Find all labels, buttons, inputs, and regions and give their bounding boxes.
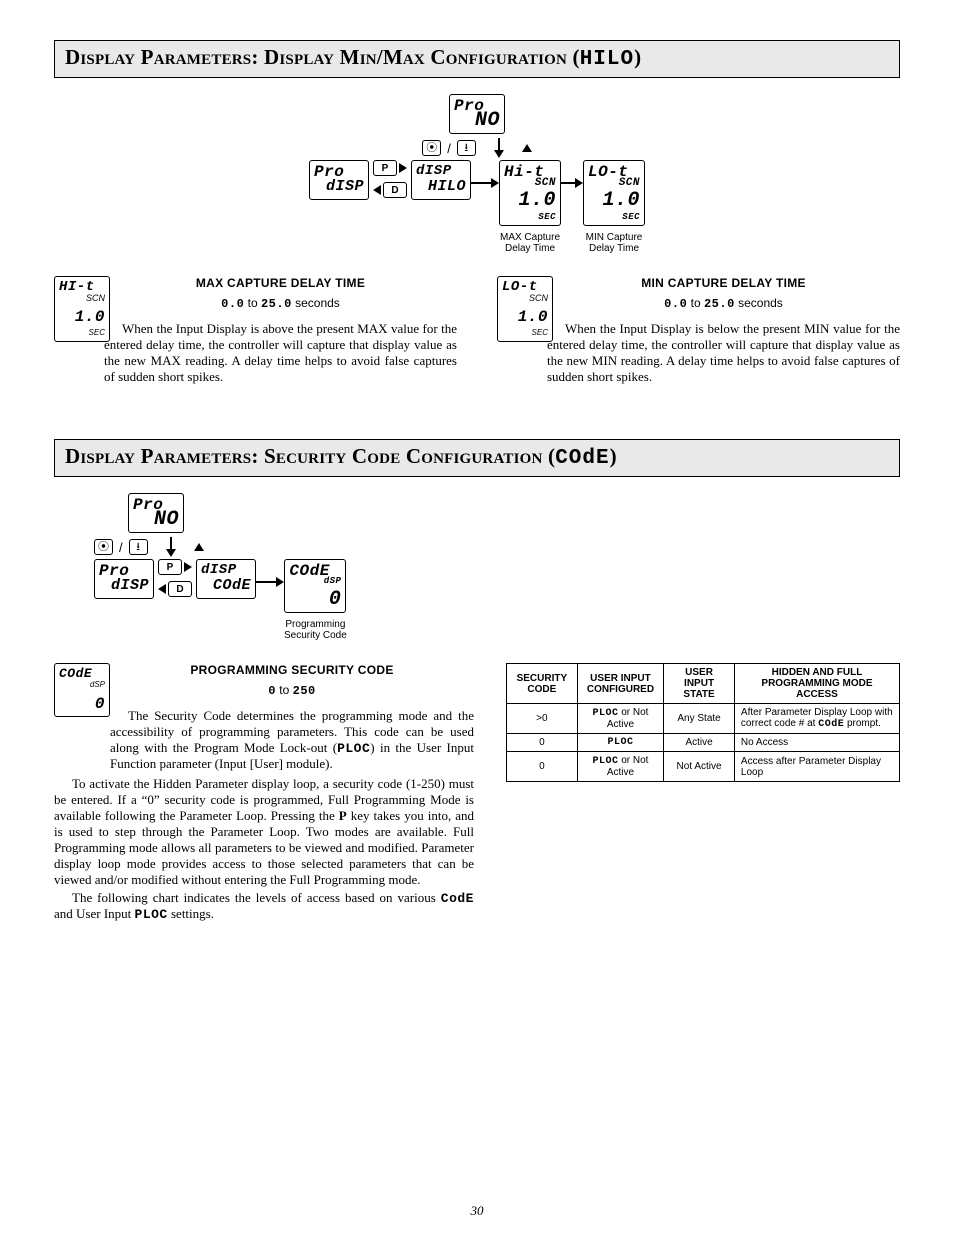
p-key-2: P (158, 559, 182, 575)
slash-icon-2: / (119, 540, 123, 555)
code-body-1: The Security Code determines the program… (110, 708, 474, 772)
code-flow-diagram: Pro NO ⦿ / ⭳ Pro dISP P D (94, 493, 900, 641)
down-key-icon: ⭳ (457, 140, 476, 156)
access-table: SECURITY CODE USER INPUT CONFIGURED USER… (506, 663, 900, 782)
section-header-hilo: Display Parameters: Display Min/Max Conf… (54, 40, 900, 78)
lcd-pro-no-top: Pro NO (449, 94, 505, 134)
lcd-code-side: COdE dSP 0 (54, 663, 110, 717)
lcd-disp-code: dISP COdE (196, 559, 256, 599)
lcd-max-side: HI-t SCN 1.0 SEC (54, 276, 110, 342)
lcd-disp-hilo: dISP HILO (411, 160, 471, 200)
d-key: D (383, 182, 407, 198)
programming-code-caption: Programming Security Code (284, 619, 347, 641)
lcd-pro-no-2: Pro NO (128, 493, 184, 533)
lcd-code-box: COdE dSP 0 (284, 559, 346, 613)
d-key-2: D (168, 581, 192, 597)
min-heading: MIN CAPTURE DELAY TIME (547, 276, 900, 290)
code-body-2: To activate the Hidden Parameter display… (54, 776, 474, 922)
section-header-code: Display Parameters: Security Code Config… (54, 439, 900, 477)
p-key: P (373, 160, 397, 176)
max-capture-caption: MAX Capture Delay Time (500, 232, 560, 254)
min-body: When the Input Display is below the pres… (547, 321, 900, 385)
max-range: 0.0 to 25.0 seconds (104, 296, 457, 311)
par-key-icon-2: ⦿ (94, 539, 113, 555)
lcd-lo-t: LO-t SCN 1.0 SEC (583, 160, 645, 226)
slash-icon: / (447, 141, 451, 156)
lcd-pro-disp: Pro dISP (309, 160, 369, 200)
table-row: 0 PLOC or Not Active Not Active Access a… (507, 752, 900, 782)
hilo-flow-diagram: Pro NO ⦿ / ⭳ Pro dISP P D (54, 94, 900, 254)
max-body: When the Input Display is above the pres… (104, 321, 457, 385)
table-row: >0 PLOC or Not Active Any State After Pa… (507, 704, 900, 734)
min-capture-caption: MIN Capture Delay Time (586, 232, 643, 254)
code-range: 0 to 250 (110, 683, 474, 698)
down-key-icon-2: ⭳ (129, 539, 148, 555)
min-range: 0.0 to 25.0 seconds (547, 296, 900, 311)
max-heading: MAX CAPTURE DELAY TIME (104, 276, 457, 290)
lcd-hi-t: Hi-t SCN 1.0 SEC (499, 160, 561, 226)
page-number: 30 (0, 1203, 954, 1219)
code-heading: PROGRAMMING SECURITY CODE (110, 663, 474, 677)
lcd-pro-disp-2: Pro dISP (94, 559, 154, 599)
table-header-row: SECURITY CODE USER INPUT CONFIGURED USER… (507, 664, 900, 704)
table-row: 0 PLOC Active No Access (507, 734, 900, 752)
lcd-min-side: LO-t SCN 1.0 SEC (497, 276, 553, 342)
par-key-icon: ⦿ (422, 140, 441, 156)
